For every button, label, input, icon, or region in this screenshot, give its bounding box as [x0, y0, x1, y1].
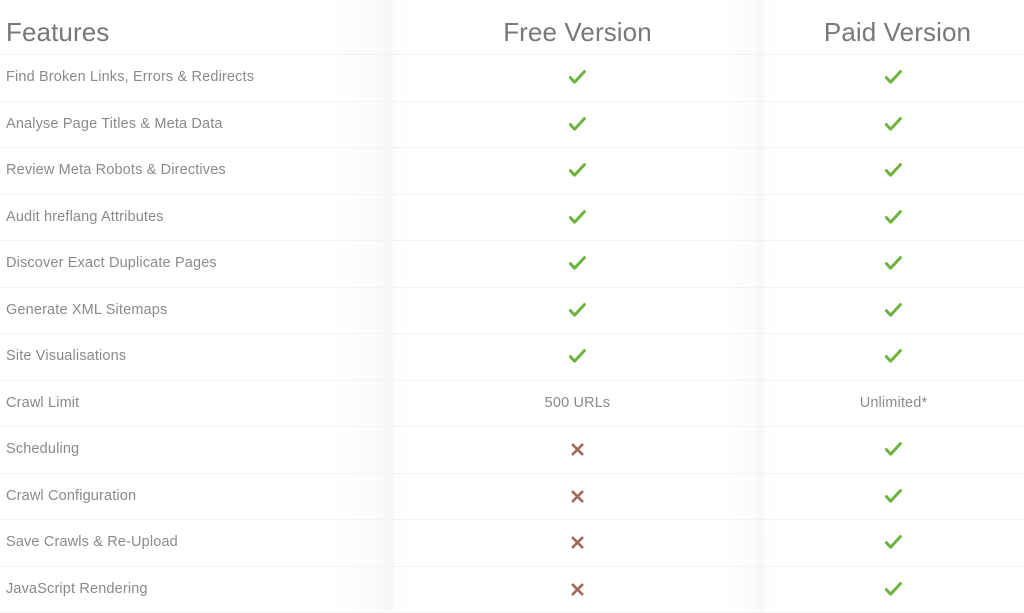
paid-version-cell — [763, 303, 1024, 318]
free-version-cell — [392, 256, 763, 271]
feature-label: Discover Exact Duplicate Pages — [6, 255, 217, 272]
table-grid: Features Free Version Paid Version Find Bro… — [0, 0, 1024, 613]
feature-name-cell: Discover Exact Duplicate Pages — [0, 255, 392, 272]
check-icon — [569, 349, 586, 364]
cross-icon — [571, 536, 584, 549]
header-cell-free-version: Free Version — [392, 18, 763, 54]
feature-name-cell: Generate XML Sitemaps — [0, 302, 392, 319]
free-version-cell — [392, 490, 763, 503]
cross-icon — [571, 583, 584, 596]
feature-label: JavaScript Rendering — [6, 581, 148, 598]
free-version-cell — [392, 349, 763, 364]
table-row: Review Meta Robots & Directives — [0, 148, 1024, 195]
header-cell-features: Features — [0, 18, 392, 54]
check-icon — [569, 70, 586, 85]
free-version-cell — [392, 303, 763, 318]
feature-name-cell: Review Meta Robots & Directives — [0, 162, 392, 179]
table-row: Analyse Page Titles & Meta Data — [0, 102, 1024, 149]
feature-comparison-table: Features Free Version Paid Version Find Bro… — [0, 0, 1024, 611]
free-version-cell — [392, 583, 763, 596]
feature-label: Audit hreflang Attributes — [6, 209, 164, 226]
feature-label: Analyse Page Titles & Meta Data — [6, 116, 223, 133]
table-row: Find Broken Links, Errors & Redirects — [0, 55, 1024, 102]
check-icon — [885, 489, 902, 504]
header-cell-paid-version: Paid Version — [763, 18, 1024, 54]
free-version-cell — [392, 536, 763, 549]
check-icon — [885, 582, 902, 597]
table-row: Generate XML Sitemaps — [0, 288, 1024, 335]
paid-version-cell — [763, 582, 1024, 597]
table-row: Crawl Configuration — [0, 474, 1024, 521]
feature-name-cell: Crawl Configuration — [0, 488, 392, 505]
free-version-title: Free Version — [503, 18, 652, 47]
paid-version-cell — [763, 535, 1024, 550]
free-version-cell — [392, 210, 763, 225]
check-icon — [569, 256, 586, 271]
cross-icon — [571, 443, 584, 456]
feature-name-cell: Find Broken Links, Errors & Redirects — [0, 69, 392, 86]
check-icon — [885, 442, 902, 457]
check-icon — [885, 303, 902, 318]
table-row: Site Visualisations — [0, 334, 1024, 381]
feature-label: Site Visualisations — [6, 348, 126, 365]
free-version-cell — [392, 70, 763, 85]
table-row: Crawl Limit 500 URLs Unlimited* — [0, 381, 1024, 428]
paid-version-title: Paid Version — [824, 18, 971, 47]
check-icon — [885, 70, 902, 85]
cross-icon — [571, 490, 584, 503]
check-icon — [885, 210, 902, 225]
feature-label: Save Crawls & Re-Upload — [6, 534, 178, 551]
table-header-row: Features Free Version Paid Version — [0, 0, 1024, 55]
check-icon — [885, 349, 902, 364]
paid-version-cell: Unlimited* — [763, 395, 1024, 411]
check-icon — [569, 117, 586, 132]
check-icon — [885, 256, 902, 271]
table-row: Audit hreflang Attributes — [0, 195, 1024, 242]
paid-version-cell — [763, 349, 1024, 364]
free-version-cell — [392, 443, 763, 456]
paid-version-cell — [763, 442, 1024, 457]
paid-version-cell — [763, 117, 1024, 132]
table-row: Discover Exact Duplicate Pages — [0, 241, 1024, 288]
check-icon — [885, 117, 902, 132]
free-version-cell: 500 URLs — [392, 395, 763, 411]
page-title: Features — [6, 18, 109, 47]
table-row: Scheduling — [0, 427, 1024, 474]
check-icon — [885, 163, 902, 178]
feature-label: Generate XML Sitemaps — [6, 302, 167, 319]
paid-version-cell — [763, 70, 1024, 85]
feature-name-cell: Scheduling — [0, 441, 392, 458]
paid-version-cell — [763, 163, 1024, 178]
feature-name-cell: Crawl Limit — [0, 395, 392, 412]
feature-name-cell: Analyse Page Titles & Meta Data — [0, 116, 392, 133]
free-version-cell — [392, 163, 763, 178]
value-text: 500 URLs — [545, 395, 611, 411]
feature-label: Review Meta Robots & Directives — [6, 162, 226, 179]
feature-label: Scheduling — [6, 441, 79, 458]
check-icon — [885, 535, 902, 550]
feature-label: Crawl Limit — [6, 395, 79, 412]
paid-version-cell — [763, 489, 1024, 504]
check-icon — [569, 163, 586, 178]
check-icon — [569, 303, 586, 318]
feature-name-cell: JavaScript Rendering — [0, 581, 392, 598]
table-row: JavaScript Rendering — [0, 567, 1024, 613]
feature-label: Find Broken Links, Errors & Redirects — [6, 69, 254, 86]
feature-label: Crawl Configuration — [6, 488, 136, 505]
paid-version-cell — [763, 256, 1024, 271]
free-version-cell — [392, 117, 763, 132]
feature-name-cell: Site Visualisations — [0, 348, 392, 365]
table-row: Save Crawls & Re-Upload — [0, 520, 1024, 567]
check-icon — [569, 210, 586, 225]
paid-version-cell — [763, 210, 1024, 225]
feature-name-cell: Save Crawls & Re-Upload — [0, 534, 392, 551]
value-text: Unlimited* — [860, 395, 928, 411]
feature-name-cell: Audit hreflang Attributes — [0, 209, 392, 226]
